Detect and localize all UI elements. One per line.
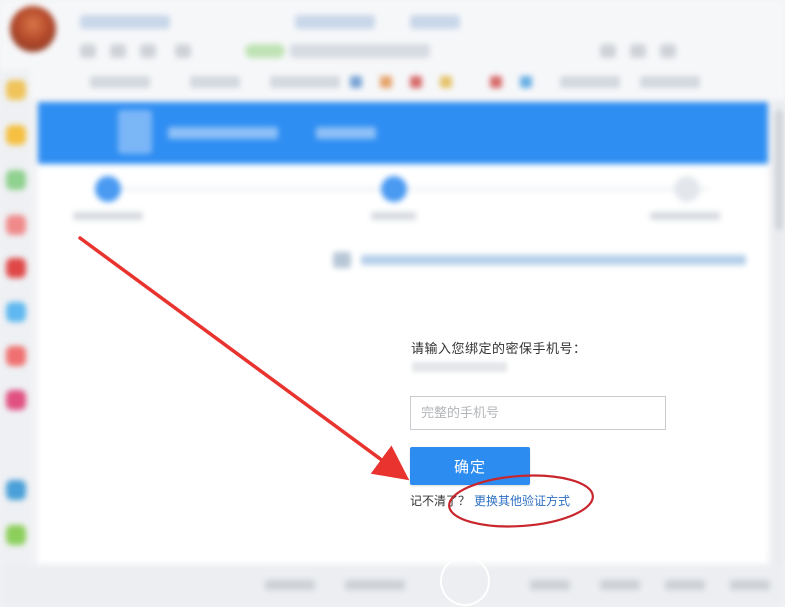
step-indicator bbox=[95, 176, 121, 202]
bookmark-item[interactable] bbox=[640, 76, 700, 88]
status-item[interactable] bbox=[345, 580, 405, 590]
tab-item[interactable] bbox=[295, 15, 375, 29]
progress-line bbox=[108, 188, 708, 190]
bookmark-icon[interactable] bbox=[350, 76, 362, 88]
forward-icon[interactable] bbox=[110, 44, 126, 58]
bookmark-item[interactable] bbox=[560, 76, 620, 88]
forgot-row: 记不清了？ 更换其他验证方式 bbox=[410, 492, 570, 509]
header-subtitle bbox=[316, 127, 376, 139]
step-indicator bbox=[381, 176, 407, 202]
refresh-icon[interactable] bbox=[140, 44, 156, 58]
bookmark-item[interactable] bbox=[90, 76, 150, 88]
toolbar-icon[interactable] bbox=[600, 44, 616, 58]
status-item[interactable] bbox=[600, 580, 640, 590]
address-bar[interactable] bbox=[290, 44, 430, 58]
header-title bbox=[168, 127, 278, 139]
masked-phone-hint bbox=[412, 362, 507, 372]
info-icon bbox=[333, 252, 351, 268]
toolbar-icon[interactable] bbox=[660, 44, 676, 58]
phone-number-input[interactable] bbox=[410, 396, 666, 430]
tab-strip[interactable] bbox=[80, 10, 720, 34]
left-sidebar bbox=[0, 70, 30, 607]
home-icon[interactable] bbox=[175, 44, 191, 58]
notice-text[interactable] bbox=[361, 255, 746, 265]
status-item[interactable] bbox=[265, 580, 315, 590]
notice-bar bbox=[333, 252, 748, 268]
sidebar-app-icon[interactable] bbox=[6, 390, 26, 410]
status-item[interactable] bbox=[530, 580, 570, 590]
forgot-text: 记不清了？ bbox=[410, 494, 471, 508]
sidebar-app-icon[interactable] bbox=[6, 80, 26, 100]
status-bar bbox=[0, 564, 785, 607]
dialog-header bbox=[38, 102, 768, 164]
bookmark-icon[interactable] bbox=[380, 76, 392, 88]
bookmark-icon[interactable] bbox=[490, 76, 502, 88]
status-item[interactable] bbox=[665, 580, 705, 590]
bookmark-icon[interactable] bbox=[440, 76, 452, 88]
back-icon[interactable] bbox=[80, 44, 96, 58]
bookmark-item[interactable] bbox=[270, 76, 340, 88]
sidebar-app-icon[interactable] bbox=[6, 346, 26, 366]
step-label bbox=[73, 212, 143, 220]
step-label bbox=[371, 212, 416, 220]
bookmark-icon[interactable] bbox=[410, 76, 422, 88]
secure-badge bbox=[245, 44, 285, 58]
avatar[interactable] bbox=[10, 6, 56, 52]
verification-panel bbox=[38, 164, 768, 564]
scrollbar-thumb[interactable] bbox=[775, 110, 783, 230]
confirm-button[interactable]: 确定 bbox=[410, 447, 530, 485]
toolbar-icon[interactable] bbox=[630, 44, 646, 58]
browser-top-bar bbox=[0, 0, 785, 100]
bookmark-icon[interactable] bbox=[520, 76, 532, 88]
sidebar-app-icon[interactable] bbox=[6, 125, 26, 145]
sidebar-app-icon[interactable] bbox=[6, 258, 26, 278]
tab-item[interactable] bbox=[410, 15, 460, 29]
switch-verification-method-link[interactable]: 更换其他验证方式 bbox=[474, 494, 570, 508]
scrollbar[interactable] bbox=[773, 100, 785, 570]
step-indicator bbox=[674, 176, 700, 202]
sidebar-app-icon[interactable] bbox=[6, 215, 26, 235]
status-item[interactable] bbox=[730, 580, 770, 590]
bookmark-bar bbox=[80, 74, 720, 90]
sidebar-app-icon[interactable] bbox=[6, 170, 26, 190]
step-label bbox=[650, 212, 720, 220]
sidebar-app-icon[interactable] bbox=[6, 525, 26, 545]
bookmark-item[interactable] bbox=[190, 76, 240, 88]
tab-item[interactable] bbox=[80, 15, 170, 29]
sidebar-app-icon[interactable] bbox=[6, 480, 26, 500]
logo-icon bbox=[118, 110, 152, 154]
sidebar-app-icon[interactable] bbox=[6, 302, 26, 322]
phone-prompt-label: 请输入您绑定的密保手机号： bbox=[411, 342, 587, 357]
